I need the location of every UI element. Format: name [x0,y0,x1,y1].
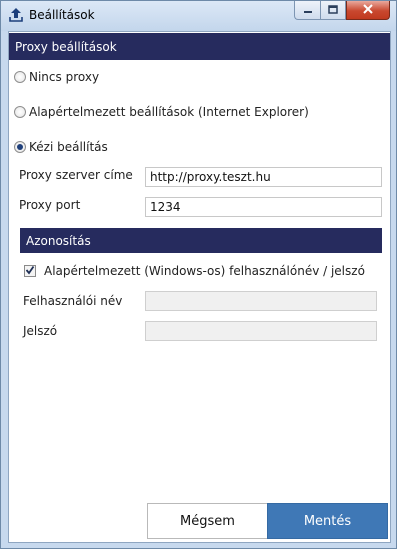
username-input[interactable] [145,291,377,311]
maximize-button[interactable] [320,1,346,20]
default-credentials-checkbox-row[interactable]: Alapértelmezett (Windows-os) felhasználó… [24,264,365,278]
radio-circle-selected[interactable] [14,141,26,153]
radio-manual[interactable]: Kézi beállítás [14,140,108,154]
close-button[interactable] [346,1,390,20]
title-bar[interactable]: Beállítások [1,1,396,31]
proxy-port-label: Proxy port [19,198,81,212]
password-label: Jelszó [23,324,58,338]
auth-section-header: Azonosítás [20,228,382,253]
default-credentials-label: Alapértelmezett (Windows-os) felhasználó… [44,264,365,278]
password-input[interactable] [145,321,377,341]
radio-dot [17,144,23,150]
radio-label: Kézi beállítás [29,140,108,154]
minimize-icon [303,3,313,17]
checkmark-icon [25,264,35,278]
radio-circle[interactable] [14,71,26,83]
minimize-button[interactable] [294,1,320,20]
proxy-section-title: Proxy beállítások [15,39,117,54]
window-controls [294,1,390,21]
close-icon [362,3,374,17]
radio-label: Alapértelmezett beállítások (Internet Ex… [29,105,309,119]
cancel-button[interactable]: Mégsem [147,503,268,539]
username-label: Felhasználói név [23,294,123,308]
settings-panel: Proxy beállítások Nincs proxy Alapértelm… [8,31,391,543]
proxy-section-header: Proxy beállítások [9,33,390,60]
maximize-icon [328,3,338,17]
proxy-server-input[interactable] [145,167,382,187]
upload-arrow-icon [8,7,24,23]
save-button[interactable]: Mentés [267,503,388,539]
auth-section-title: Azonosítás [26,233,91,248]
window-title: Beállítások [29,8,95,22]
default-credentials-checkbox[interactable] [24,265,36,277]
proxy-server-label: Proxy szerver címe [19,168,133,182]
proxy-port-input[interactable] [145,197,382,217]
radio-ie-defaults[interactable]: Alapértelmezett beállítások (Internet Ex… [14,105,309,119]
settings-window: Beállítások Proxy beállítások Nincs prox… [0,0,397,549]
radio-label: Nincs proxy [29,70,100,84]
radio-circle[interactable] [14,106,26,118]
radio-no-proxy[interactable]: Nincs proxy [14,70,99,84]
